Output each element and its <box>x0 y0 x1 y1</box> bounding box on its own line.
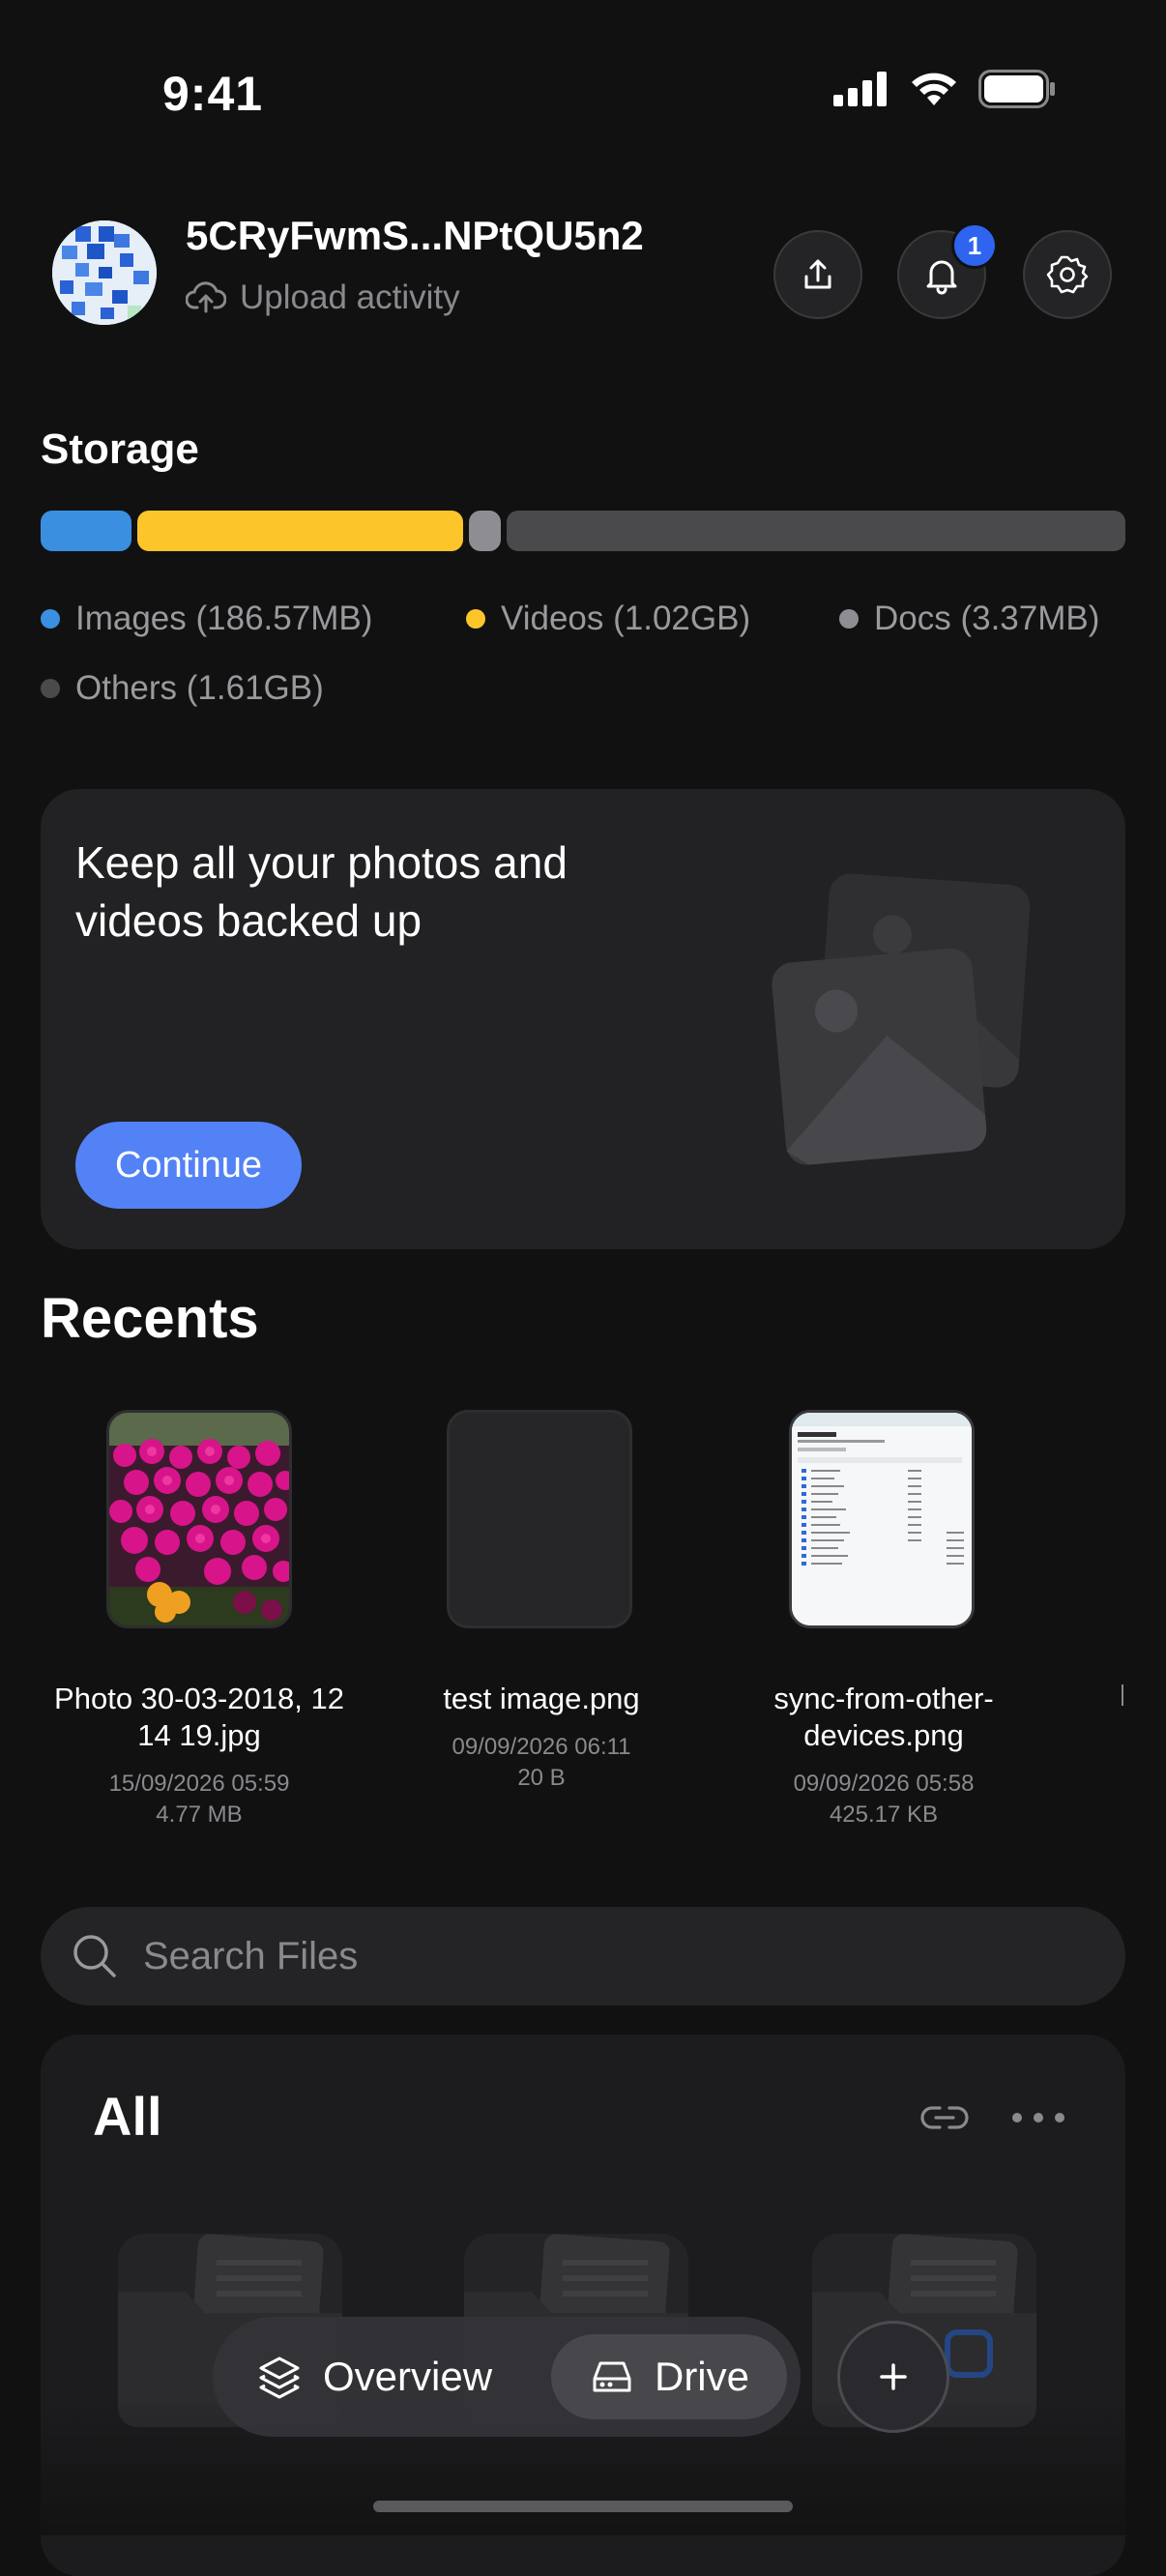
scroll-hint-divider <box>1122 1684 1123 1706</box>
screenshot-preview-image <box>792 1413 972 1625</box>
nav-overview-label: Overview <box>323 2354 493 2399</box>
gear-icon <box>1046 255 1089 294</box>
status-time: 9:41 <box>162 67 264 121</box>
storage-bar-segment-videos <box>137 511 463 551</box>
upload-activity-label: Upload activity <box>240 278 460 316</box>
notification-badge: 1 <box>951 222 998 269</box>
legend-docs: Docs (3.37MB) <box>839 600 1099 638</box>
legend-images: Images (186.57MB) <box>41 600 372 638</box>
recents-title: Recents <box>41 1287 259 1350</box>
storage-bar-segment-images <box>41 511 131 551</box>
battery-icon <box>978 70 1055 108</box>
layers-icon <box>259 2356 300 2399</box>
storage-bar-segment-others <box>507 511 1125 551</box>
recent-thumb-test-image[interactable] <box>447 1410 632 1628</box>
upload-button[interactable] <box>773 230 862 319</box>
storage-bar-segment-docs <box>469 511 501 551</box>
cellular-signal-icon <box>833 72 887 106</box>
home-indicator <box>373 2501 793 2512</box>
nav-drive-label: Drive <box>654 2354 749 2399</box>
legend-videos-label: Videos (1.02GB) <box>501 600 751 637</box>
upload-icon <box>804 259 831 289</box>
continue-button[interactable]: Continue <box>75 1122 302 1209</box>
status-icons <box>833 70 1056 108</box>
search-input[interactable] <box>141 1933 1015 1979</box>
recent-date: 09/09/2026 06:11 <box>452 1734 631 1760</box>
upload-activity-link[interactable]: Upload activity <box>186 278 460 317</box>
backup-card-title: Keep all your photos and videos backed u… <box>75 837 568 946</box>
recent-name: Photo 30-03-2018, 12 14 19.jpg <box>54 1682 344 1752</box>
nav-drive[interactable]: Drive <box>551 2334 787 2419</box>
legend-others-label: Others (1.61GB) <box>75 669 324 707</box>
recent-date: 09/09/2026 05:58 <box>793 1771 975 1797</box>
recent-size: 20 B <box>517 1765 566 1791</box>
search-bar[interactable] <box>41 1907 1125 2005</box>
recent-date: 15/09/2026 05:59 <box>108 1771 290 1797</box>
more-icon[interactable] <box>1009 2106 1067 2129</box>
recent-thumb-sync-screenshot[interactable] <box>789 1410 975 1628</box>
recent-name: test image.png <box>443 1682 640 1715</box>
settings-button[interactable] <box>1023 230 1112 319</box>
drive-icon <box>593 2361 631 2392</box>
recent-size: 4.77 MB <box>156 1801 243 1828</box>
search-icon <box>73 1935 116 1977</box>
avatar[interactable] <box>52 220 157 325</box>
docs-dot <box>839 609 859 629</box>
recent-thumb-photo[interactable] <box>106 1410 292 1628</box>
avatar-pattern-icon <box>52 220 157 325</box>
legend-others: Others (1.61GB) <box>41 669 324 708</box>
all-title: All <box>93 2086 162 2147</box>
cloud-upload-icon <box>186 281 226 313</box>
photos-illustration-icon <box>772 873 1031 1165</box>
recent-size: 425.17 KB <box>829 1801 939 1828</box>
images-dot <box>41 609 60 629</box>
flower-photo-image <box>109 1413 289 1625</box>
wifi-icon <box>912 73 956 105</box>
add-button[interactable] <box>837 2321 949 2433</box>
recent-name: sync-from-other-devices.png <box>773 1682 994 1752</box>
legend-videos: Videos (1.02GB) <box>466 600 750 638</box>
link-icon[interactable] <box>918 2098 971 2137</box>
plus-icon <box>880 2363 907 2390</box>
legend-docs-label: Docs (3.37MB) <box>874 600 1100 637</box>
storage-title: Storage <box>41 425 199 473</box>
nav-overview[interactable]: Overview <box>238 2334 510 2419</box>
legend-images-label: Images (186.57MB) <box>75 600 373 637</box>
others-dot <box>41 679 60 698</box>
account-name: 5CRyFwmS...NPtQU5n2 <box>186 213 644 258</box>
videos-dot <box>466 609 485 629</box>
